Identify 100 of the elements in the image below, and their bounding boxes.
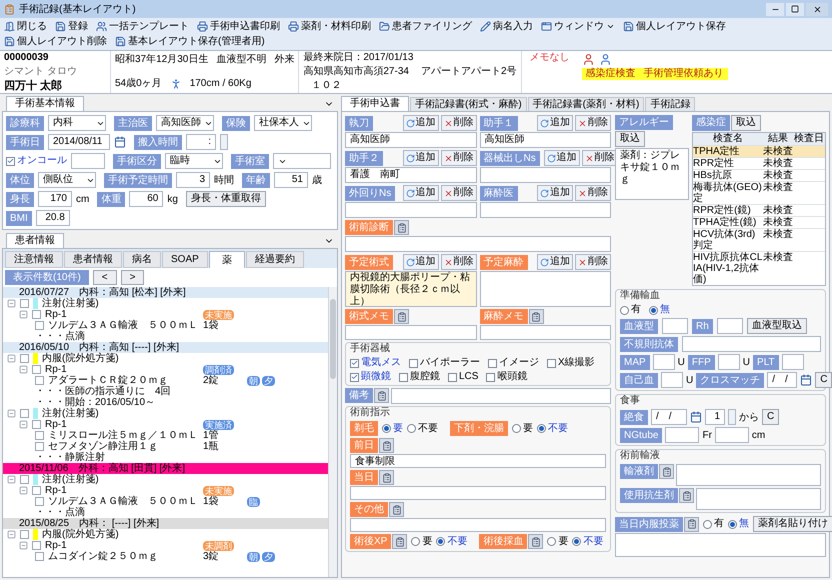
form-tab[interactable]: 手術記録書(薬剤・材料) [528, 97, 644, 111]
checkbox[interactable] [32, 365, 41, 374]
radio-button[interactable]: 不要 [436, 536, 468, 548]
collapse-icon[interactable] [19, 486, 28, 495]
toolbar-button[interactable]: 病名入力 [480, 19, 533, 34]
template-button[interactable] [379, 470, 394, 485]
checkbox[interactable] [35, 321, 44, 330]
add-button[interactable]: 追加 [402, 150, 438, 166]
input-field[interactable]: 高知医師 [480, 132, 611, 148]
input-field[interactable]: / / [767, 372, 798, 388]
input-field[interactable] [718, 354, 740, 370]
input-field[interactable] [71, 153, 105, 169]
dropdown[interactable]: 社保本人 [254, 115, 312, 131]
collapse-icon[interactable] [7, 475, 16, 484]
radio-button[interactable]: 無 [649, 304, 670, 316]
input-field[interactable]: 看護 南町 [345, 167, 476, 183]
dropdown[interactable] [273, 153, 331, 169]
collapse-icon[interactable] [19, 420, 28, 429]
table-row[interactable]: HCV抗体(3rd)判定 未検査 [693, 228, 825, 251]
form-tab[interactable]: 手術記録書(術式・麻酔) [410, 97, 527, 111]
calendar-button[interactable] [800, 374, 812, 386]
dropdown[interactable]: 内科 [48, 115, 106, 131]
collapse-icon[interactable] [19, 541, 28, 550]
add-button[interactable]: 追加 [537, 254, 573, 270]
input-field[interactable]: 60 [129, 191, 164, 207]
radio-button[interactable]: 有 [703, 518, 724, 530]
sub-tab[interactable]: 経過要約 [246, 251, 304, 268]
clear-button[interactable]: C [815, 372, 832, 388]
checkbox[interactable] [32, 420, 41, 429]
collapse-icon[interactable] [19, 310, 28, 319]
spinner[interactable] [728, 409, 736, 425]
sub-tab[interactable]: 薬 [208, 251, 245, 268]
input-field[interactable]: 20.8 [36, 210, 70, 226]
template-button[interactable] [528, 534, 544, 549]
table-row[interactable]: HIV抗原抗体CLIA(HIV-1,2抗体価) 未検査 [693, 251, 825, 285]
add-button[interactable]: 追加 [402, 115, 438, 131]
checkbox[interactable] [35, 497, 44, 506]
input-field[interactable] [652, 354, 675, 370]
checkbox[interactable]: 顕微鏡 [350, 371, 391, 383]
input-field[interactable] [480, 202, 611, 218]
delete-button[interactable]: 削除 [440, 115, 476, 131]
checkbox[interactable] [32, 486, 41, 495]
sub-tab[interactable]: 病名 [123, 251, 161, 268]
next-button[interactable]: > [120, 270, 144, 285]
template-button[interactable] [392, 534, 408, 549]
add-button[interactable]: 追加 [402, 254, 438, 270]
add-button[interactable]: 追加 [402, 185, 438, 201]
radio-button[interactable]: 不要 [572, 536, 604, 548]
text-area[interactable]: 内視鏡的大腸ポリープ・粘膜切除術（長径２ｃｍ以上） [345, 271, 476, 307]
checkbox[interactable] [20, 530, 29, 539]
radio-button[interactable]: 不要 [537, 422, 568, 434]
input-field[interactable]: : [186, 134, 216, 150]
checkbox[interactable] [32, 310, 41, 319]
collapse-icon[interactable] [7, 409, 16, 418]
import-button[interactable]: 取込 [615, 131, 645, 147]
template-button[interactable] [528, 309, 544, 324]
text-area[interactable]: 食事制限 [350, 454, 606, 468]
template-button[interactable] [679, 488, 694, 503]
table-row[interactable]: HBs抗原 未検査 [693, 169, 825, 181]
input-field[interactable]: 3 [176, 172, 210, 188]
checkbox[interactable] [20, 354, 29, 363]
template-button[interactable] [394, 220, 409, 235]
table-row[interactable]: RPR定性(鏡) 未検査 [693, 204, 825, 216]
spinner[interactable] [220, 134, 228, 150]
input-field[interactable]: 51 [274, 172, 308, 188]
collapse-icon[interactable] [7, 530, 16, 539]
checkbox[interactable] [35, 442, 44, 451]
clear-button[interactable]: C [762, 409, 780, 425]
checkbox[interactable] [20, 299, 29, 308]
close-button[interactable] [806, 2, 828, 16]
radio-button[interactable]: 要 [512, 422, 533, 434]
delete-button[interactable]: 削除 [575, 254, 611, 270]
input-field[interactable]: 高知医師 [345, 132, 476, 148]
input-field[interactable]: 2014/08/11 [48, 134, 110, 150]
visit-header[interactable]: 2015/11/06 外科：高知 [田貫] [外来] [3, 463, 328, 474]
fetch-button[interactable]: 身長・体重取得 [186, 191, 266, 207]
minimize-button[interactable] [766, 2, 784, 16]
table-row[interactable]: RPR定性 未検査 [693, 157, 825, 169]
input-field[interactable]: / / [651, 409, 687, 425]
template-button[interactable] [659, 464, 674, 479]
toolbar-button[interactable]: 閉じる [4, 19, 47, 34]
toolbar-button[interactable]: 薬剤・材料印刷 [288, 19, 371, 34]
radio-button[interactable]: 不要 [407, 422, 438, 434]
user-icon[interactable] [598, 53, 612, 66]
add-button[interactable]: 追加 [537, 185, 573, 201]
add-button[interactable]: 追加 [544, 150, 580, 166]
input-field[interactable] [661, 372, 683, 388]
visit-header[interactable]: 2015/08/25 内科： [----] [外来] [3, 518, 328, 529]
toolbar-button[interactable]: 個人レイアウト削除 [4, 34, 107, 49]
checkbox[interactable]: 電気メス [350, 357, 401, 369]
toolbar-button[interactable]: 患者ファイリング [379, 19, 472, 34]
input-field[interactable] [682, 336, 821, 352]
checkbox[interactable] [35, 552, 44, 561]
prev-button[interactable]: < [92, 270, 117, 285]
delete-button[interactable]: 削除 [440, 185, 476, 201]
input-field[interactable] [345, 202, 476, 218]
delete-button[interactable]: 削除 [575, 115, 611, 131]
panel-tab[interactable]: 手術基本情報 [6, 96, 84, 111]
paste-button[interactable]: 薬剤名貼り付け [753, 516, 832, 532]
dropdown[interactable]: 側臥位 [38, 172, 96, 188]
